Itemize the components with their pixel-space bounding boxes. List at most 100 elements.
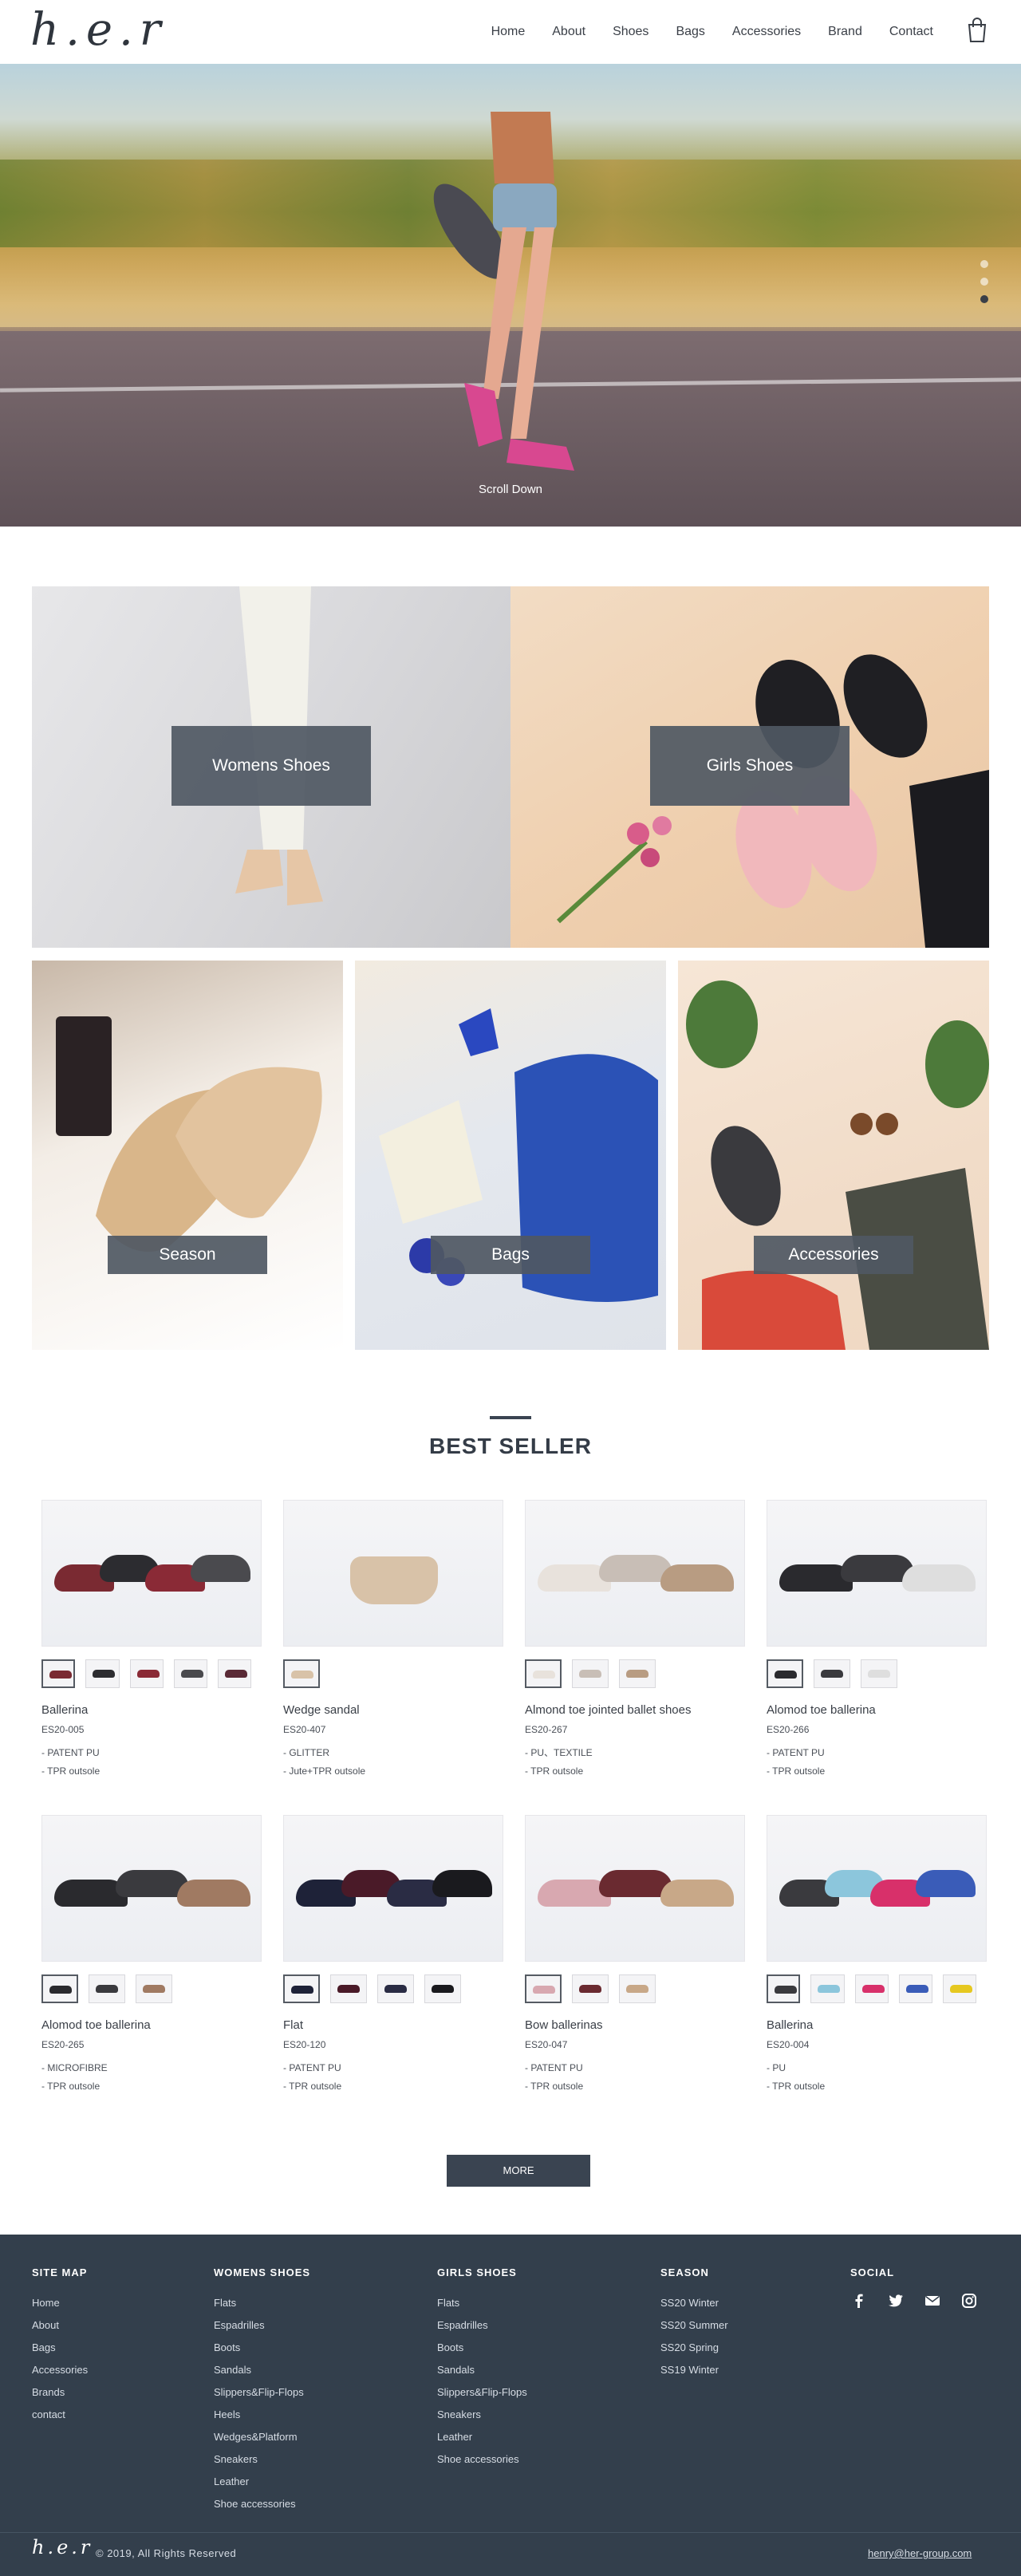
color-swatch[interactable] (942, 1974, 977, 2003)
category-womens-shoes[interactable]: Womens Shoes (32, 586, 510, 948)
color-swatch[interactable] (767, 1974, 801, 2003)
product-card[interactable]: Flat ES20-120 - PATENT PU - TPR outsole (283, 1815, 503, 2096)
product-image[interactable] (41, 1500, 262, 1647)
footer-link[interactable]: Espadrilles (437, 2314, 527, 2337)
footer-link[interactable]: Shoe accessories (437, 2448, 527, 2471)
brand-logo[interactable]: h.e.r (30, 5, 168, 56)
color-swatch[interactable] (767, 1659, 803, 1688)
footer-link[interactable]: Brands (32, 2381, 88, 2404)
color-swatch[interactable] (572, 1659, 609, 1688)
color-swatch[interactable] (41, 1659, 76, 1688)
product-image[interactable] (283, 1815, 503, 1962)
more-button[interactable]: MORE (447, 2155, 590, 2187)
color-swatch[interactable] (377, 1974, 414, 2003)
product-image[interactable] (525, 1815, 745, 1962)
product-image[interactable] (767, 1815, 987, 1962)
category-season[interactable]: Season (32, 961, 343, 1350)
color-swatch[interactable] (173, 1659, 207, 1688)
color-swatch[interactable] (525, 1974, 562, 2003)
footer-link[interactable]: Leather (214, 2471, 310, 2493)
color-swatch[interactable] (861, 1659, 897, 1688)
footer-link[interactable]: Home (32, 2292, 88, 2314)
footer-link[interactable]: Sneakers (214, 2448, 310, 2471)
footer-link[interactable]: Espadrilles (214, 2314, 310, 2337)
color-swatch[interactable] (619, 1659, 656, 1688)
color-swatch[interactable] (810, 1974, 845, 2003)
slide-dot-2[interactable] (980, 278, 988, 286)
footer-link[interactable]: Slippers&Flip-Flops (437, 2381, 527, 2404)
color-swatch[interactable] (898, 1974, 932, 2003)
footer-link[interactable]: Boots (214, 2337, 310, 2359)
product-image[interactable] (767, 1500, 987, 1647)
footer-link[interactable]: Slippers&Flip-Flops (214, 2381, 310, 2404)
nav-brand[interactable]: Brand (828, 22, 862, 41)
product-card[interactable]: Alomod toe ballerina ES20-265 - MICROFIBRE… (41, 1815, 262, 2096)
color-swatch[interactable] (136, 1974, 172, 2003)
product-name[interactable]: Wedge sandal (283, 1703, 503, 1717)
instagram-icon[interactable] (960, 2292, 978, 2310)
color-swatch[interactable] (41, 1974, 78, 2003)
color-swatch[interactable] (283, 1659, 320, 1688)
footer-link[interactable]: Sneakers (437, 2404, 527, 2426)
footer-link[interactable]: Wedges&Platform (214, 2426, 310, 2448)
category-accessories[interactable]: Accessories (678, 961, 989, 1350)
nav-bags[interactable]: Bags (676, 22, 704, 41)
footer-link[interactable]: Sandals (437, 2359, 527, 2381)
mail-icon[interactable] (924, 2292, 941, 2310)
nav-contact[interactable]: Contact (889, 22, 933, 41)
footer-logo[interactable]: h.e.r (32, 2536, 93, 2558)
product-name[interactable]: Ballerina (767, 2018, 987, 2032)
footer-link[interactable]: SS20 Spring (660, 2337, 728, 2359)
nav-about[interactable]: About (552, 22, 585, 41)
footer-link[interactable]: SS20 Winter (660, 2292, 728, 2314)
product-name[interactable]: Alomod toe ballerina (767, 1703, 987, 1717)
footer-link[interactable]: Bags (32, 2337, 88, 2359)
color-swatch[interactable] (619, 1974, 656, 2003)
product-card[interactable]: Almond toe jointed ballet shoes ES20-267 -… (525, 1500, 745, 1781)
color-swatch[interactable] (814, 1659, 850, 1688)
product-card[interactable]: Wedge sandal ES20-407 - GLITTER - Jute+TPR … (283, 1500, 503, 1781)
nav-accessories[interactable]: Accessories (732, 22, 801, 41)
product-name[interactable]: Flat (283, 2018, 503, 2032)
product-card[interactable]: Alomod toe ballerina ES20-266- PATENT PU -… (767, 1500, 987, 1781)
color-swatch[interactable] (129, 1659, 164, 1688)
color-swatch[interactable] (854, 1974, 889, 2003)
footer-link[interactable]: Boots (437, 2337, 527, 2359)
nav-home[interactable]: Home (491, 22, 526, 41)
category-bags[interactable]: Bags (355, 961, 666, 1350)
footer-link[interactable]: SS20 Summer (660, 2314, 728, 2337)
footer-link[interactable]: Flats (214, 2292, 310, 2314)
product-card[interactable]: Ballerina ES20-004 - PU - TPR outsole (767, 1815, 987, 2096)
facebook-icon[interactable] (850, 2292, 868, 2310)
footer-link[interactable]: Shoe accessories (214, 2493, 310, 2515)
nav-shoes[interactable]: Shoes (613, 22, 648, 41)
color-swatch[interactable] (330, 1974, 367, 2003)
product-name[interactable]: Ballerina (41, 1703, 262, 1717)
color-swatch[interactable] (525, 1659, 562, 1688)
color-swatch[interactable] (424, 1974, 461, 2003)
footer-link[interactable]: contact (32, 2404, 88, 2426)
color-swatch[interactable] (217, 1659, 252, 1688)
footer-link[interactable]: Heels (214, 2404, 310, 2426)
product-name[interactable]: Bow ballerinas (525, 2018, 745, 2032)
product-card[interactable]: Bow ballerinas ES20-047 - PATENT PU - TPR o… (525, 1815, 745, 2096)
footer-link[interactable]: Leather (437, 2426, 527, 2448)
category-girls-shoes[interactable]: Girls Shoes (510, 586, 989, 948)
product-image[interactable] (283, 1500, 503, 1647)
product-image[interactable] (525, 1500, 745, 1647)
footer-link[interactable]: Flats (437, 2292, 527, 2314)
color-swatch[interactable] (283, 1974, 320, 2003)
slide-dot-3[interactable] (980, 295, 988, 303)
product-name[interactable]: Almond toe jointed ballet shoes (525, 1703, 745, 1717)
footer-link[interactable]: SS19 Winter (660, 2359, 728, 2381)
footer-link[interactable]: About (32, 2314, 88, 2337)
shopping-bag-icon[interactable] (967, 18, 987, 43)
product-name[interactable]: Alomod toe ballerina (41, 2018, 262, 2032)
footer-link[interactable]: Accessories (32, 2359, 88, 2381)
contact-email-link[interactable]: henry@her-group.com (868, 2547, 972, 2559)
product-card[interactable]: Ballerina ES20-005 - PATENT PU - TPR outsol… (41, 1500, 262, 1781)
color-swatch[interactable] (572, 1974, 609, 2003)
color-swatch[interactable] (85, 1659, 120, 1688)
twitter-icon[interactable] (887, 2292, 905, 2310)
footer-link[interactable]: Sandals (214, 2359, 310, 2381)
